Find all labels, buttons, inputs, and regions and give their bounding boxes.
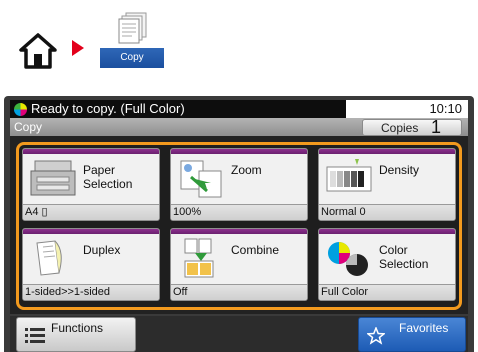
paper-tray-icon [30,160,76,196]
zoom-tile[interactable]: Zoom 100% [170,148,308,221]
zoom-label: Zoom [231,163,262,177]
combine-value: Off [171,284,307,300]
functions-label: Functions [51,321,104,335]
status-time: 10:10 [429,101,462,116]
favorites-label: Favorites [399,321,449,335]
bottom-bar: Functions Favorites [10,316,468,352]
status-bar: Ready to copy. (Full Color) 10:10 [10,100,468,118]
color-selection-label: Color Selection [379,243,429,271]
copies-button[interactable]: Copies 1 [362,117,462,137]
color-selection-tile[interactable]: Color Selection Full Color [318,228,456,301]
density-value: Normal 0 [319,204,455,220]
duplex-icon [36,240,62,276]
combine-icon [184,238,214,278]
triangle-right-icon [72,40,84,56]
density-tile[interactable]: Density Normal 0 [318,148,456,221]
density-label: Density [379,163,420,177]
color-selection-icon [328,242,368,276]
paper-selection-tile[interactable]: Paper Selection A4 ▯ [22,148,160,221]
functions-button[interactable]: Functions [16,317,136,352]
copy-breadcrumb-label: Copy [100,48,164,68]
paper-selection-value: A4 ▯ [23,204,159,220]
zoom-value: 100% [171,204,307,220]
star-icon [367,327,385,345]
favorites-button[interactable]: Favorites [358,317,466,352]
breadcrumb: Copy [14,12,214,74]
copy-screen-panel: Ready to copy. (Full Color) 10:10 Copy C… [4,96,474,352]
color-selection-value: Full Color [319,284,455,300]
color-status-icon [14,103,27,116]
combine-tile[interactable]: Combine Off [170,228,308,301]
copies-value: 1 [431,117,442,137]
mode-bar: Copy Copies 1 [10,118,468,136]
status-message: Ready to copy. (Full Color) [31,101,185,116]
list-icon [25,328,45,343]
duplex-tile[interactable]: Duplex 1-sided>>1-sided [22,228,160,301]
paper-selection-label: Paper Selection [83,163,133,191]
copies-label: Copies [381,121,419,135]
combine-label: Combine [231,243,280,257]
copy-breadcrumb-button[interactable]: Copy [100,12,164,70]
home-icon[interactable] [18,32,58,70]
mode-title: Copy [14,120,43,134]
copy-document-icon [118,12,147,44]
zoom-icon [180,160,222,198]
duplex-label: Duplex [83,243,121,257]
density-icon [326,159,372,192]
duplex-value: 1-sided>>1-sided [23,284,159,300]
